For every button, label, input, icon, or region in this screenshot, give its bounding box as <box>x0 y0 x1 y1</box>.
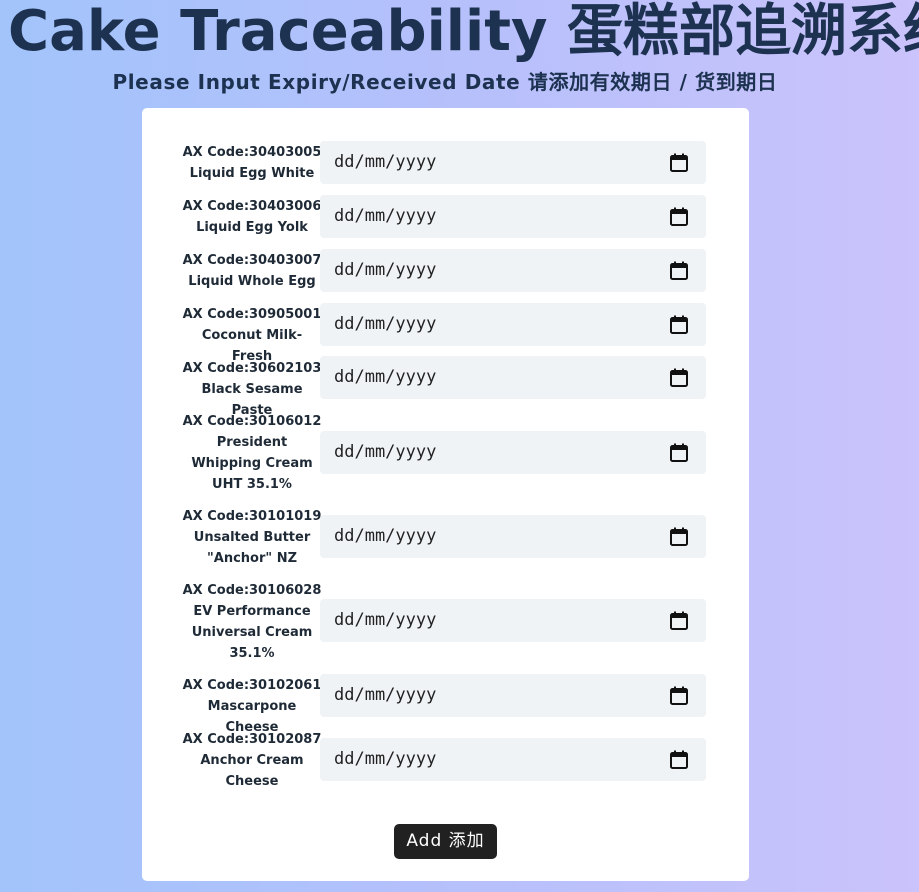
item-name-line: 35.1% <box>229 646 275 661</box>
date-placeholder: dd/mm/yyyy <box>334 152 437 172</box>
item-code: AX Code:30403006 <box>182 199 322 214</box>
item-label: AX Code:30403006 Liquid Egg Yolk <box>182 196 322 238</box>
item-name-line: President <box>216 435 288 450</box>
calendar-icon[interactable] <box>670 750 688 769</box>
item-name-line: EV Performance <box>193 604 311 619</box>
date-placeholder: dd/mm/yyyy <box>334 206 437 226</box>
item-name-line: Liquid Whole Egg <box>188 274 316 289</box>
item-code: AX Code:30403007 <box>182 253 322 268</box>
calendar-icon[interactable] <box>670 443 688 462</box>
item-label: AX Code:30106012 President Whipping Cream U… <box>182 411 322 495</box>
item-name-line: UHT 35.1% <box>212 477 292 492</box>
item-label: AX Code:30102087 Anchor Cream Cheese <box>182 729 322 792</box>
item-code: AX Code:30102087 <box>182 732 322 747</box>
date-placeholder: dd/mm/yyyy <box>334 314 437 334</box>
calendar-icon[interactable] <box>670 527 688 546</box>
date-placeholder: dd/mm/yyyy <box>334 442 437 462</box>
item-code: AX Code:30106028 <box>182 583 322 598</box>
date-placeholder: dd/mm/yyyy <box>334 685 437 705</box>
date-input[interactable]: dd/mm/yyyy <box>320 738 706 781</box>
date-placeholder: dd/mm/yyyy <box>334 260 437 280</box>
date-input[interactable]: dd/mm/yyyy <box>320 431 706 474</box>
item-code: AX Code:30102061 <box>182 678 322 693</box>
calendar-icon[interactable] <box>670 368 688 387</box>
item-name-line: Anchor Cream <box>200 753 304 768</box>
date-input[interactable]: dd/mm/yyyy <box>320 674 706 717</box>
calendar-icon[interactable] <box>670 153 688 172</box>
item-name-line: Universal Cream <box>191 625 313 640</box>
item-code: AX Code:30905001 <box>182 307 322 322</box>
item-label: AX Code:30403007 Liquid Whole Egg <box>182 250 322 292</box>
item-label: AX Code:30403005 Liquid Egg White <box>182 142 322 184</box>
page-subtitle: Please Input Expiry/Received Date 请添加有效期… <box>112 70 778 94</box>
date-input[interactable]: dd/mm/yyyy <box>320 195 706 238</box>
date-input[interactable]: dd/mm/yyyy <box>320 303 706 346</box>
item-name-line: Whipping Cream <box>191 456 313 471</box>
item-code: AX Code:30106012 <box>182 414 322 429</box>
date-input[interactable]: dd/mm/yyyy <box>320 599 706 642</box>
item-name-line: Unsalted Butter <box>193 530 311 545</box>
date-input[interactable]: dd/mm/yyyy <box>320 356 706 399</box>
date-input[interactable]: dd/mm/yyyy <box>320 249 706 292</box>
calendar-icon[interactable] <box>670 207 688 226</box>
calendar-icon[interactable] <box>670 261 688 280</box>
item-label: AX Code:30106028 EV Performance Universal … <box>182 580 322 664</box>
item-code: AX Code:30403005 <box>182 145 322 160</box>
page-title: Cake Traceability 蛋糕部追溯系统 <box>8 0 919 64</box>
calendar-icon[interactable] <box>670 686 688 705</box>
item-code: AX Code:30602103 <box>182 361 322 376</box>
date-placeholder: dd/mm/yyyy <box>334 610 437 630</box>
calendar-icon[interactable] <box>670 611 688 630</box>
date-placeholder: dd/mm/yyyy <box>334 526 437 546</box>
item-name-line: Liquid Egg White <box>189 166 315 181</box>
date-input[interactable]: dd/mm/yyyy <box>320 515 706 558</box>
date-placeholder: dd/mm/yyyy <box>334 367 437 387</box>
form-card: AX Code:30403005 Liquid Egg White dd/mm/yy… <box>142 108 749 881</box>
date-placeholder: dd/mm/yyyy <box>334 749 437 769</box>
item-name-line: Cheese <box>225 774 279 789</box>
item-code: AX Code:30101019 <box>182 509 322 524</box>
item-label: AX Code:30101019 Unsalted Butter "Anchor" … <box>182 506 322 569</box>
date-input[interactable]: dd/mm/yyyy <box>320 141 706 184</box>
item-name-line: Liquid Egg Yolk <box>196 220 308 235</box>
add-button[interactable]: Add 添加 <box>394 824 497 859</box>
item-name-line: "Anchor" NZ <box>207 551 297 566</box>
calendar-icon[interactable] <box>670 315 688 334</box>
